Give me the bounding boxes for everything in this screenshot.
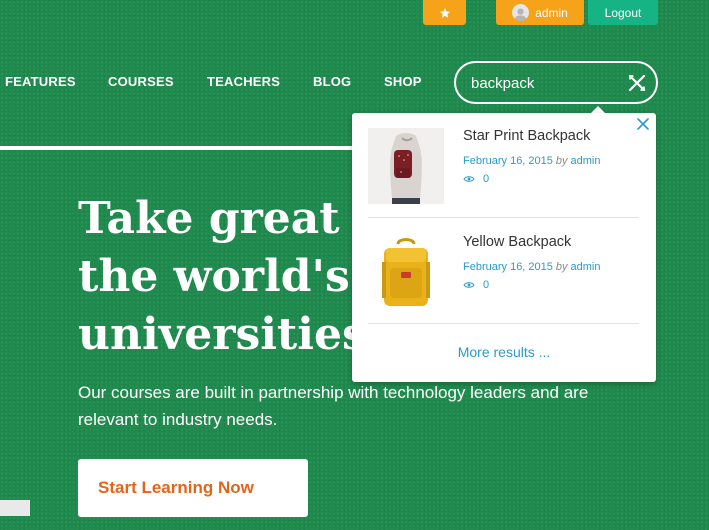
hero-subtitle: Our courses are built in partnership wit… (78, 383, 589, 429)
hero-title-line: Take great c (78, 193, 353, 244)
result-meta: February 16, 2015 by admin (463, 155, 600, 167)
result-views: 0 (463, 173, 489, 185)
view-count: 0 (483, 173, 490, 185)
result-title[interactable]: Star Print Backpack (463, 128, 590, 144)
search-input[interactable] (471, 73, 621, 93)
user-menu-button[interactable]: admin (496, 0, 584, 25)
more-results-link[interactable]: More results ... (352, 344, 656, 360)
avatar (512, 4, 530, 21)
search-result-item[interactable]: Star Print Backpack February 16, 2015 by a… (368, 113, 639, 218)
search-result-item[interactable]: Yellow Backpack February 16, 2015 by admin… (368, 219, 639, 324)
backpack-image (368, 234, 444, 310)
hero-title-line: universities (78, 309, 353, 360)
start-learning-button[interactable]: Start Learning Now (78, 459, 308, 517)
user-name: admin (535, 5, 568, 20)
decorative-shape (0, 500, 30, 516)
favorites-button[interactable] (423, 0, 466, 25)
result-date[interactable]: February 16, 2015 (463, 155, 553, 167)
backpack-image (368, 128, 444, 204)
user-icon (514, 8, 527, 21)
nav-item-courses[interactable]: COURSES (108, 74, 174, 89)
view-count: 0 (483, 279, 490, 291)
star-icon (439, 7, 450, 18)
result-author[interactable]: admin (571, 155, 601, 167)
nav-divider (0, 146, 360, 150)
by-label: by (555, 261, 568, 273)
nav-item-teachers[interactable]: TEACHERS (207, 74, 280, 89)
by-label: by (555, 155, 568, 167)
hero-title-line: the world's b (78, 251, 353, 302)
search-results-dropdown: Star Print Backpack February 16, 2015 by a… (352, 113, 656, 382)
logout-button[interactable]: Logout (588, 0, 658, 25)
hero-title: Take great c the world's b universities (78, 190, 353, 360)
product-thumbnail[interactable] (368, 128, 444, 204)
product-thumbnail[interactable] (368, 234, 444, 310)
clear-icon[interactable] (627, 73, 647, 93)
nav-item-shop[interactable]: SHOP (384, 74, 422, 89)
result-meta: February 16, 2015 by admin (463, 261, 600, 273)
result-views: 0 (463, 279, 489, 291)
result-title[interactable]: Yellow Backpack (463, 234, 571, 250)
eye-icon (463, 176, 475, 182)
result-date[interactable]: February 16, 2015 (463, 261, 553, 273)
result-author[interactable]: admin (571, 261, 601, 273)
search-box (454, 61, 658, 104)
nav-item-blog[interactable]: BLOG (313, 74, 351, 89)
nav-item-features[interactable]: FEATURES (5, 74, 76, 89)
eye-icon (463, 282, 475, 288)
